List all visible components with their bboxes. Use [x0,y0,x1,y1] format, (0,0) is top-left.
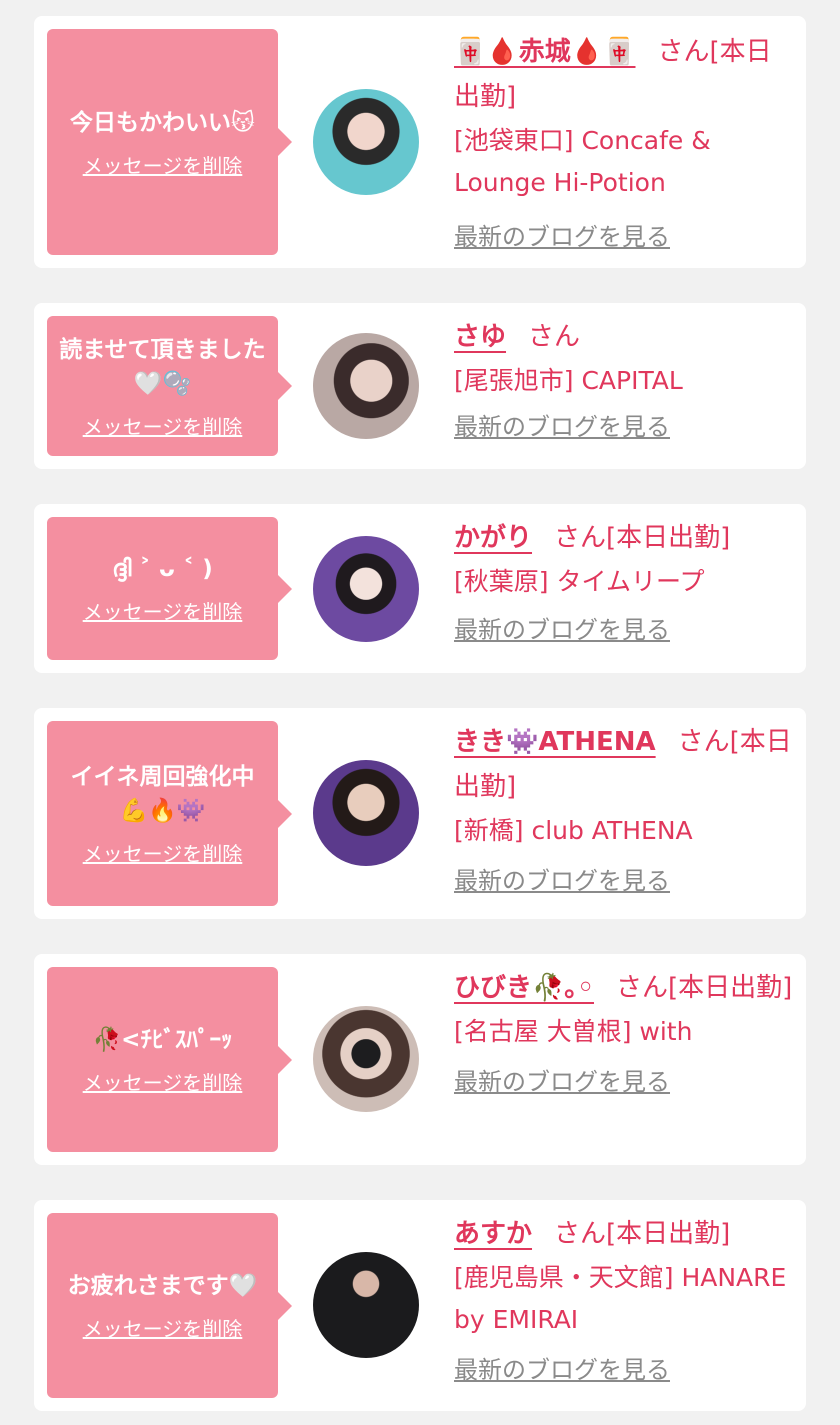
honorific-suffix: さん [677,727,730,757]
attendance-status: [本日出勤] [606,1219,731,1249]
avatar[interactable] [313,536,419,642]
message-card: イイネ周回強化中💪🔥👾 メッセージを削除 きき👾ATHENA さん[本日出勤] [… [34,708,806,919]
attendance-status: [本日出勤] [668,973,793,1003]
message-card: 読ませて頂きました🤍🫧 メッセージを削除 さゆ さん [尾張旭市] CAPITAL… [34,303,806,469]
cast-header: かがり さん[本日出勤] [454,516,794,561]
honorific-suffix: さん [528,322,581,352]
cast-info: かがり さん[本日出勤] [秋葉原] タイムリープ 最新のブログを見る [454,516,794,645]
cast-header: さゆ さん [454,315,794,360]
message-text: 読ませて頂きました🤍🫧 [59,336,266,397]
shop-name: [鹿児島県・天文館] HANARE by EMIRAI [454,1263,787,1334]
avatar[interactable] [313,333,419,439]
cast-header: 🀄🩸赤城🩸🀄 さん[本日出勤] [454,30,794,120]
message-text: イイネ周回強化中💪🔥👾 [70,764,255,824]
message-text: 今日もかわいい😽 [70,109,255,136]
honorific-suffix: さん [657,37,710,67]
cast-name-link[interactable]: 🀄🩸赤城🩸🀄 [454,37,636,67]
message-card: 今日もかわいい😽 メッセージを削除 🀄🩸赤城🩸🀄 さん[本日出勤] [池袋東口] … [34,16,806,268]
delete-message-link[interactable]: メッセージを削除 [83,838,243,867]
cast-info: 🀄🩸赤城🩸🀄 さん[本日出勤] [池袋東口] Concafe & Lounge H… [454,30,794,252]
delete-message-link[interactable]: メッセージを削除 [83,1067,243,1096]
honorific-suffix: さん [616,973,669,1003]
cast-header: ひびき🥀｡◦ さん[本日出勤] [454,966,794,1011]
latest-blog-link[interactable]: 最新のブログを見る [454,1355,670,1385]
message-bubble: お疲れさまです🤍 メッセージを削除 [47,1213,292,1398]
cast-name-link[interactable]: きき👾ATHENA [454,727,656,757]
delete-message-link[interactable]: メッセージを削除 [83,1313,243,1342]
message-bubble: ദ്ദി ˃ ᴗ ˂ ) メッセージを削除 [47,517,292,660]
delete-message-link[interactable]: メッセージを削除 [83,411,243,440]
cast-header: あすか さん[本日出勤] [454,1212,794,1257]
message-text: お疲れさまです🤍 [67,1273,258,1299]
cast-name-link[interactable]: あすか [454,1219,532,1249]
shop-name: [秋葉原] タイムリープ [454,567,705,596]
latest-blog-link[interactable]: 最新のブログを見る [454,615,670,645]
message-card: ദ്ദി ˃ ᴗ ˂ ) メッセージを削除 かがり さん[本日出勤] [秋葉原] … [34,504,806,673]
cast-header: きき👾ATHENA さん[本日出勤] [454,720,794,810]
cast-info: さゆ さん [尾張旭市] CAPITAL 最新のブログを見る [454,315,794,442]
delete-message-link[interactable]: メッセージを削除 [83,596,243,625]
latest-blog-link[interactable]: 最新のブログを見る [454,222,670,252]
attendance-status: [本日出勤] [606,523,731,553]
message-bubble: 🥀<ﾁﾋﾞｽﾊﾟｰｯ メッセージを削除 [47,967,292,1152]
latest-blog-link[interactable]: 最新のブログを見る [454,1067,670,1097]
cast-info: あすか さん[本日出勤] [鹿児島県・天文館] HANARE by EMIRAI … [454,1212,794,1385]
cast-info: ひびき🥀｡◦ さん[本日出勤] [名古屋 大曽根] with 最新のブログを見る [454,966,794,1097]
cast-name-link[interactable]: かがり [454,523,532,553]
cast-info: きき👾ATHENA さん[本日出勤] [新橋] club ATHENA 最新のブロ… [454,720,794,896]
cast-name-link[interactable]: ひびき🥀｡◦ [454,973,594,1003]
message-text: 🥀<ﾁﾋﾞｽﾊﾟｰｯ [92,1027,233,1053]
avatar[interactable] [313,760,419,866]
honorific-suffix: さん [554,1219,607,1249]
shop-name: [尾張旭市] CAPITAL [454,366,683,395]
honorific-suffix: さん [554,523,607,553]
avatar[interactable] [313,1252,419,1358]
shop-name: [新橋] club ATHENA [454,816,693,845]
latest-blog-link[interactable]: 最新のブログを見る [454,866,670,896]
message-bubble: 読ませて頂きました🤍🫧 メッセージを削除 [47,316,292,456]
message-card: お疲れさまです🤍 メッセージを削除 あすか さん[本日出勤] [鹿児島県・天文館]… [34,1200,806,1411]
avatar[interactable] [313,1006,419,1112]
shop-name: [池袋東口] Concafe & Lounge Hi-Potion [454,126,711,197]
avatar[interactable] [313,89,419,195]
message-text: ദ്ദി ˃ ᴗ ˂ ) [112,556,213,582]
cast-name-link[interactable]: さゆ [454,322,506,352]
message-bubble: イイネ周回強化中💪🔥👾 メッセージを削除 [47,721,292,906]
shop-name: [名古屋 大曽根] with [454,1017,693,1046]
latest-blog-link[interactable]: 最新のブログを見る [454,412,670,442]
message-card: 🥀<ﾁﾋﾞｽﾊﾟｰｯ メッセージを削除 ひびき🥀｡◦ さん[本日出勤] [名古屋 … [34,954,806,1165]
message-bubble: 今日もかわいい😽 メッセージを削除 [47,29,292,255]
delete-message-link[interactable]: メッセージを削除 [83,150,243,179]
